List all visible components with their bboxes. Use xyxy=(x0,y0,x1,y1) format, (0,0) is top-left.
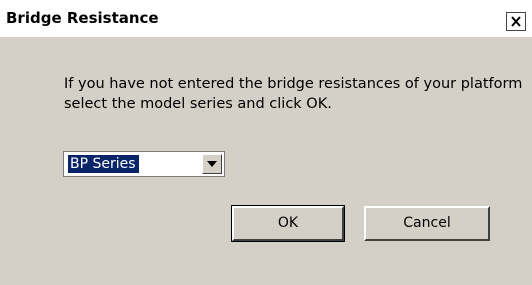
model-series-select[interactable]: BP Series xyxy=(63,151,225,177)
instruction-message: If you have not entered the bridge resis… xyxy=(64,76,523,112)
cancel-button[interactable]: Cancel xyxy=(364,206,490,241)
chevron-down-icon xyxy=(207,161,217,167)
dialog-window: Bridge Resistance If you have not entere… xyxy=(0,0,532,285)
ok-button[interactable]: OK xyxy=(231,205,345,242)
close-icon xyxy=(511,16,521,27)
close-button[interactable] xyxy=(506,12,526,31)
title-bar[interactable]: Bridge Resistance xyxy=(0,0,532,37)
window-title: Bridge Resistance xyxy=(6,9,159,27)
dropdown-arrow-button[interactable] xyxy=(202,154,222,174)
model-series-selected-value: BP Series xyxy=(68,155,139,173)
